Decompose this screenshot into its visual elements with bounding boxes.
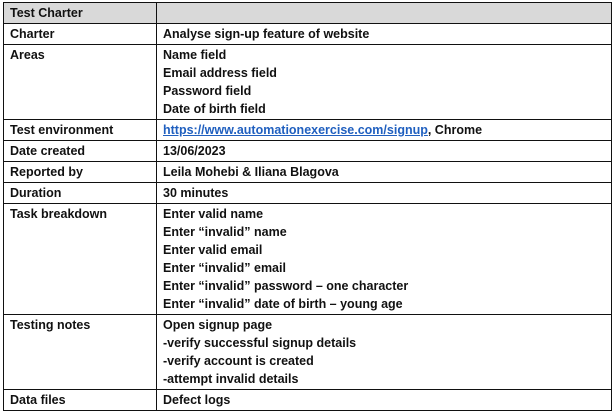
reported-by-row: Reported by Leila Mohebi & Iliana Blagov…	[3, 161, 612, 183]
areas-list: Name field Email address field Password …	[156, 44, 612, 120]
environment-label: Test environment	[3, 119, 157, 141]
data-files-row: Data files Defect logs	[3, 389, 612, 411]
task-breakdown-row: Task breakdown Enter valid name Enter “i…	[3, 203, 612, 315]
testing-note: Open signup page	[163, 318, 273, 332]
testing-notes-row: Testing notes Open signup page -verify s…	[3, 314, 612, 390]
task-item: Enter “invalid” name	[163, 225, 287, 239]
areas-item: Password field	[163, 84, 252, 98]
testing-note: -attempt invalid details	[163, 372, 299, 386]
areas-row: Areas Name field Email address field Pas…	[3, 44, 612, 120]
testing-note: -verify successful signup details	[163, 336, 357, 350]
task-item: Enter valid name	[163, 207, 264, 221]
duration-label: Duration	[3, 182, 157, 204]
duration-value: 30 minutes	[156, 182, 612, 204]
areas-item: Email address field	[163, 66, 277, 80]
reported-by-label: Reported by	[3, 161, 157, 183]
environment-row: Test environment https://www.automatione…	[3, 119, 612, 141]
areas-item: Name field	[163, 48, 227, 62]
header-title: Test Charter	[3, 2, 157, 24]
task-item: Enter “invalid” date of birth – young ag…	[163, 297, 403, 311]
testing-notes-list: Open signup page -verify successful sign…	[156, 314, 612, 390]
charter-label: Charter	[3, 23, 157, 45]
areas-item: Date of birth field	[163, 102, 266, 116]
environment-link[interactable]: https://www.automationexercise.com/signu…	[163, 123, 428, 137]
reported-by-value: Leila Mohebi & Iliana Blagova	[156, 161, 612, 183]
date-created-label: Date created	[3, 140, 157, 162]
environment-value: https://www.automationexercise.com/signu…	[156, 119, 612, 141]
test-charter-table: Test Charter Charter Analyse sign-up fea…	[3, 2, 612, 411]
task-breakdown-label: Task breakdown	[3, 203, 157, 315]
duration-row: Duration 30 minutes	[3, 182, 612, 204]
charter-value: Analyse sign-up feature of website	[156, 23, 612, 45]
test-charter-document: Test Charter Charter Analyse sign-up fea…	[0, 0, 614, 411]
task-breakdown-list: Enter valid name Enter “invalid” name En…	[156, 203, 612, 315]
testing-notes-label: Testing notes	[3, 314, 157, 390]
environment-browser: , Chrome	[427, 123, 483, 137]
task-item: Enter “invalid” email	[163, 261, 286, 275]
date-created-value: 13/06/2023	[156, 140, 612, 162]
data-files-label: Data files	[3, 389, 157, 411]
header-value	[156, 2, 612, 24]
header-row: Test Charter	[3, 2, 612, 24]
charter-row: Charter Analyse sign-up feature of websi…	[3, 23, 612, 45]
areas-label: Areas	[3, 44, 157, 120]
date-created-row: Date created 13/06/2023	[3, 140, 612, 162]
data-files-value: Defect logs	[156, 389, 612, 411]
task-item: Enter valid email	[163, 243, 263, 257]
testing-note: -verify account is created	[163, 354, 314, 368]
task-item: Enter “invalid” password – one character	[163, 279, 409, 293]
